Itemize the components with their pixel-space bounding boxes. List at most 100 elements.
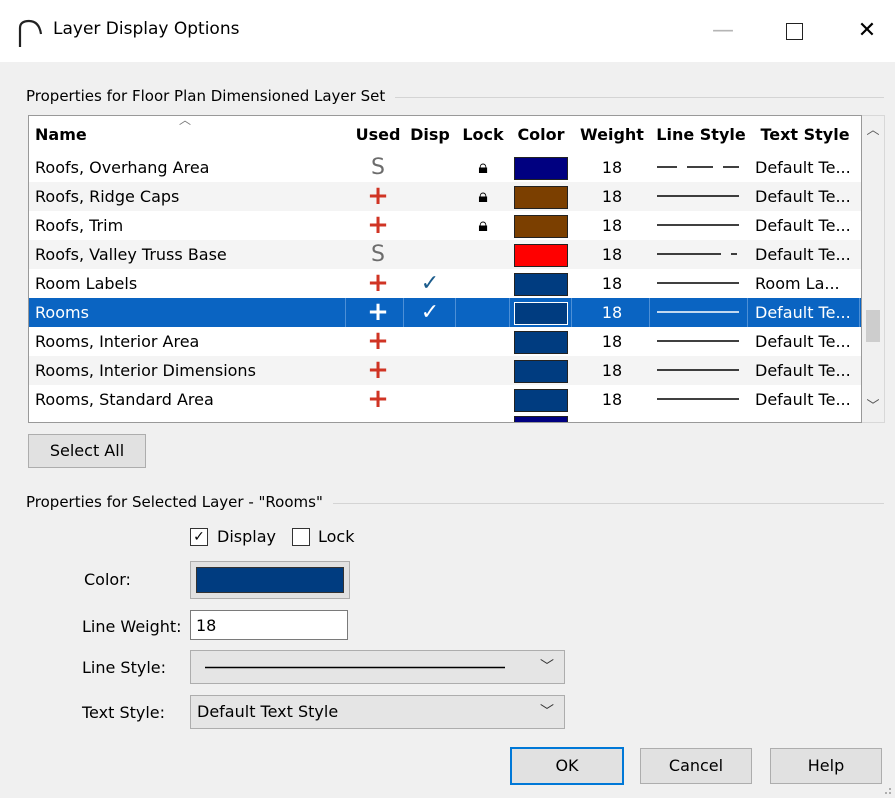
lock-cell[interactable] [457,385,509,414]
color-cell[interactable] [511,240,571,269]
used-cell[interactable]: S [353,153,403,182]
disp-cell[interactable] [405,327,455,356]
header-lock[interactable]: Lock [457,116,509,152]
text-style-cell[interactable]: Default Te... [755,240,859,269]
weight-cell[interactable]: 18 [575,211,649,240]
header-name[interactable]: Name ︿ [29,116,351,152]
disp-cell[interactable] [405,356,455,385]
lock-cell[interactable] [457,240,509,269]
table-row[interactable]: Roofs, Overhang Area S 🔒︎ 18 Default Te... [29,153,861,182]
header-line-style[interactable]: Line Style [651,116,751,152]
header-disp[interactable]: Disp [405,116,455,152]
line-weight-input[interactable]: 18 [190,610,348,640]
weight-cell[interactable]: 18 [575,327,649,356]
close-button[interactable]: ✕ [842,12,892,50]
text-style-cell[interactable]: Default Te... [755,153,859,182]
header-used[interactable]: Used [353,116,403,152]
cancel-button[interactable]: Cancel [640,748,752,784]
used-cell[interactable]: + [353,298,404,327]
line-style-cell[interactable] [651,153,747,182]
color-cell[interactable] [511,269,571,298]
disp-cell[interactable] [405,211,455,240]
text-style-cell[interactable]: Default Te... [755,327,859,356]
weight-cell[interactable]: 18 [575,240,649,269]
lock-checkbox[interactable] [292,528,310,546]
line-style-cell[interactable] [651,269,747,298]
color-cell[interactable] [511,211,571,240]
lock-cell[interactable] [457,327,509,356]
header-weight[interactable]: Weight [575,116,649,152]
used-cell[interactable]: + [353,211,403,240]
line-style-select[interactable]: ﹀ [190,650,565,684]
disp-cell[interactable] [405,385,455,414]
layer-grid[interactable]: Name ︿ Used Disp Lock Color Weight Line … [28,115,862,423]
scroll-down-icon[interactable]: ﹀ [862,396,884,418]
minimize-button[interactable]: — [698,12,748,50]
disp-cell[interactable] [405,153,455,182]
used-cell[interactable]: + [353,385,403,414]
text-style-cell[interactable]: Default Te... [755,385,859,414]
scroll-up-icon[interactable]: ︿ [862,120,884,142]
maximize-button[interactable] [769,12,819,50]
line-style-cell[interactable] [651,298,748,327]
lock-cell[interactable]: 🔒︎ [457,182,509,211]
disp-cell[interactable] [405,182,455,211]
lock-cell[interactable]: 🔒︎ [457,211,509,240]
line-style-cell[interactable] [651,211,747,240]
select-all-button[interactable]: Select All [28,434,146,468]
disp-cell[interactable]: ✓ [405,269,455,298]
used-cell[interactable]: + [353,269,403,298]
lock-cell[interactable] [457,269,509,298]
header-text-style[interactable]: Text Style [751,116,859,152]
lock-cell[interactable] [457,298,510,327]
disp-cell[interactable]: ✓ [405,298,456,327]
weight-cell[interactable]: 18 [575,356,649,385]
table-row[interactable]: Rooms, Interior Dimensions +18 Default Te.… [29,356,861,385]
text-style-cell[interactable]: Default Te... [755,182,859,211]
line-style-cell[interactable] [651,240,747,269]
table-row[interactable]: Roofs, Ridge Caps + 🔒︎ 18 Default Te... [29,182,861,211]
display-checkbox[interactable]: ✓ [190,528,208,546]
table-row[interactable]: Roofs, Valley Truss Base S 18 Default Te... [29,240,861,269]
text-style-cell[interactable]: Default Te... [755,211,859,240]
used-cell[interactable]: S [353,240,403,269]
text-style-cell[interactable]: Default Te... [755,356,859,385]
color-cell[interactable] [511,298,572,327]
color-cell[interactable] [511,153,571,182]
line-style-cell[interactable] [651,327,747,356]
disp-cell[interactable] [405,240,455,269]
text-style-cell[interactable]: Default Te... [755,298,860,327]
table-row[interactable]: Rooms, Interior Area +18 Default Te... [29,327,861,356]
used-cell[interactable]: + [353,356,403,385]
used-cell[interactable]: + [353,327,403,356]
grid-scrollbar[interactable]: ︿ ﹀ [862,115,885,423]
color-cell[interactable] [511,182,571,211]
used-cell[interactable]: + [353,182,403,211]
scroll-thumb[interactable] [866,310,880,342]
weight-cell[interactable]: 18 [575,298,650,327]
line-style-cell[interactable] [651,356,747,385]
table-row-partial[interactable] [29,412,861,422]
color-cell[interactable] [511,385,571,414]
line-style-cell[interactable] [651,182,747,211]
weight-cell[interactable]: 18 [575,182,649,211]
resize-grip-icon[interactable] [882,785,892,795]
text-style-cell[interactable]: Room La... [755,269,859,298]
weight-cell[interactable]: 18 [575,153,649,182]
table-row[interactable]: Rooms, Standard Area +18 Default Te... [29,385,861,414]
lock-cell[interactable] [457,356,509,385]
weight-cell[interactable]: 18 [575,269,649,298]
header-color[interactable]: Color [511,116,571,152]
color-picker-button[interactable] [190,561,350,599]
help-button[interactable]: Help [770,748,882,784]
weight-cell[interactable]: 18 [575,385,649,414]
lock-cell[interactable]: 🔒︎ [457,153,509,182]
table-row-selected[interactable]: Rooms + ✓ 18 Default Te... [29,298,861,327]
table-row[interactable]: Roofs, Trim + 🔒︎ 18 Default Te... [29,211,861,240]
line-style-cell[interactable] [651,385,747,414]
table-row[interactable]: Room Labels + ✓ 18 Room La... [29,269,861,298]
color-cell[interactable] [511,356,571,385]
color-cell[interactable] [511,327,571,356]
ok-button[interactable]: OK [510,747,624,785]
text-style-select[interactable]: Default Text Style ﹀ [190,695,565,729]
